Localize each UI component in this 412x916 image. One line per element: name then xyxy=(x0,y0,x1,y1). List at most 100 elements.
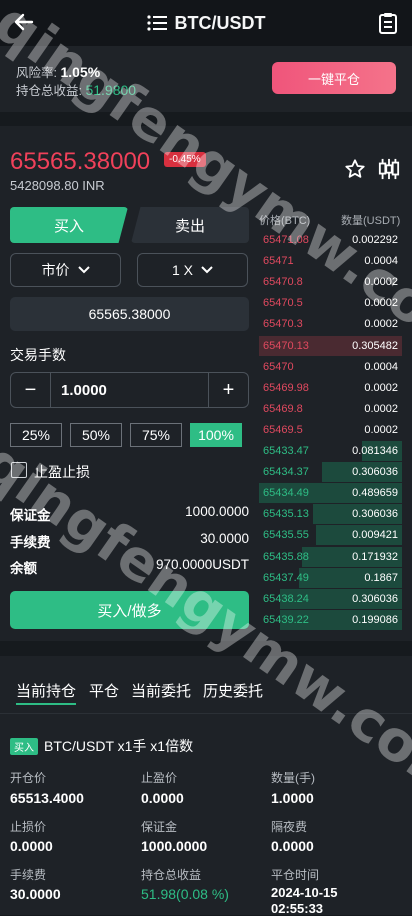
orderbook-price: 65435.55 xyxy=(263,529,309,542)
orderbook-qty: 0.306036 xyxy=(352,466,398,479)
orderbook-bid-row[interactable]: 65434.49 0.489659 xyxy=(259,483,402,504)
back-arrow-icon[interactable] xyxy=(12,10,36,34)
orderbook-qty: 0.0002 xyxy=(364,423,398,436)
balance-row: 余额 970.0000USDT xyxy=(10,557,249,577)
orderbook-qty: 0.081346 xyxy=(352,445,398,457)
orders-clipboard-icon[interactable] xyxy=(378,12,398,34)
orderbook-bid-row[interactable]: 65435.55 0.009421 xyxy=(259,525,402,546)
orderbook-ask-row[interactable]: 65471.08 0.002292 xyxy=(259,230,402,250)
quantity-plus-button[interactable]: + xyxy=(208,373,248,407)
orderbook-price: 65470.8 xyxy=(263,276,303,289)
position-fee-label: 手续费 xyxy=(10,868,47,882)
tpsl-checkbox[interactable] xyxy=(11,462,27,478)
candlestick-chart-icon[interactable] xyxy=(378,158,400,180)
orderbook-qty-header: 数量(USDT) xyxy=(341,215,401,227)
orderbook-ask-row[interactable]: 65470.13 0.305482 xyxy=(259,335,402,356)
sell-tab[interactable]: 卖出 xyxy=(131,207,249,243)
orderbook-ask-row[interactable]: 65470 0.0004 xyxy=(259,357,402,377)
orderbook-price: 65438.24 xyxy=(263,592,309,605)
orderbook-bid-row[interactable]: 65438.24 0.306036 xyxy=(259,588,402,609)
fee-label: 手续费 xyxy=(10,535,51,550)
orderbook-ask-row[interactable]: 65470.5 0.0002 xyxy=(259,293,402,313)
balance-value: 970.0000USDT xyxy=(155,557,249,572)
take-profit-label: 止盈价 xyxy=(141,771,178,785)
quantity-input[interactable]: 1.0000 xyxy=(51,373,208,407)
orderbook-bid-row[interactable]: 65437.49 0.1867 xyxy=(259,567,402,588)
orderbook-ask-row[interactable]: 65471 0.0004 xyxy=(259,251,402,271)
orderbook-price: 65435.88 xyxy=(263,550,309,563)
buy-tab[interactable]: 买入 xyxy=(10,207,128,243)
risk-rate-value: 1.05% xyxy=(60,64,101,80)
orderbook-qty: 0.0002 xyxy=(364,402,398,415)
orderbook-qty: 0.171932 xyxy=(352,550,398,563)
list-menu-icon[interactable] xyxy=(146,15,167,31)
tab-current-orders[interactable]: 当前委托 xyxy=(131,680,191,701)
close-time-value: 02:55:33 xyxy=(271,901,324,916)
orderbook-price: 65433.47 xyxy=(263,445,309,457)
fee-row: 手续费 30.0000 xyxy=(10,531,249,551)
orderbook-bid-row[interactable]: 65435.88 0.171932 xyxy=(259,546,402,567)
total-pnl: 持仓总收益: 51.9800 xyxy=(16,80,136,99)
open-price-value: 65513.4000 xyxy=(10,790,84,806)
orderbook-price-header: 价格(BTC) xyxy=(259,215,311,227)
orderbook-qty: 0.009421 xyxy=(352,529,398,542)
orderbook-qty: 0.305482 xyxy=(352,339,398,352)
position-pnl-label: 持仓总收益 xyxy=(141,868,202,882)
overnight-fee-label: 隔夜费 xyxy=(271,820,308,834)
orderbook-price: 65470.5 xyxy=(263,297,303,310)
tab-current-positions[interactable]: 当前持仓 xyxy=(16,680,77,705)
chevron-down-icon xyxy=(201,266,213,274)
open-price-label: 开仓价 xyxy=(10,771,47,785)
percent-75-button[interactable]: 75% xyxy=(130,423,182,447)
orderbook-price: 65434.49 xyxy=(263,487,309,500)
orderbook-bid-row[interactable]: 65435.13 0.306036 xyxy=(259,504,402,525)
orderbook-bid-row[interactable]: 65434.37 0.306036 xyxy=(259,462,402,483)
price-input[interactable] xyxy=(10,297,249,331)
percent-100-button[interactable]: 100% xyxy=(190,423,242,447)
order-type-select[interactable]: 市价 xyxy=(10,253,121,287)
orderbook-qty: 0.0002 xyxy=(364,318,398,331)
quantity-stepper: − 1.0000 + xyxy=(10,372,249,408)
orderbook-price: 65471 xyxy=(263,255,294,268)
orderbook-price: 65439.22 xyxy=(263,613,309,626)
position-margin-label: 保证金 xyxy=(141,820,178,834)
tab-closed[interactable]: 平仓 xyxy=(89,680,119,701)
orderbook-qty: 0.002292 xyxy=(352,234,398,246)
orderbook-ask-row[interactable]: 65470.8 0.0002 xyxy=(259,272,402,292)
orderbook-price: 65470 xyxy=(263,360,294,373)
orderbook-price: 65469.5 xyxy=(263,423,303,436)
orderbook-qty: 0.306036 xyxy=(352,592,398,605)
buy-long-button[interactable]: 买入/做多 xyxy=(10,591,249,629)
leverage-select[interactable]: 1 X xyxy=(137,253,248,287)
percent-50-button[interactable]: 50% xyxy=(70,423,122,447)
change-badge: -0.45% xyxy=(164,152,206,167)
orderbook-price: 65471.08 xyxy=(263,234,309,246)
margin-label: 保证金 xyxy=(10,508,51,523)
tab-order-history[interactable]: 历史委托 xyxy=(203,680,263,701)
top-bar: BTC/USDT xyxy=(0,0,412,46)
risk-rate: 风险率: 1.05% xyxy=(16,62,100,81)
orderbook-qty: 0.306036 xyxy=(352,508,398,521)
position-fee-value: 30.0000 xyxy=(10,886,61,902)
orderbook-bid-row[interactable]: 65439.22 0.199086 xyxy=(259,609,402,630)
position-title: BTC/USDT x1手 x1倍数 xyxy=(44,738,194,754)
page-title: BTC/USDT xyxy=(174,12,266,33)
balance-label: 余额 xyxy=(10,561,37,576)
take-profit-value: 0.0000 xyxy=(141,790,184,806)
orderbook-ask-row[interactable]: 65469.98 0.0002 xyxy=(259,378,402,398)
orderbook-price: 65437.49 xyxy=(263,571,309,584)
orderbook-ask-row[interactable]: 65470.3 0.0002 xyxy=(259,314,402,334)
close-all-button[interactable]: 一键平仓 xyxy=(272,62,396,94)
orderbook-qty: 0.0004 xyxy=(364,255,398,268)
orderbook-qty: 0.489659 xyxy=(352,487,398,500)
orderbook-ask-row[interactable]: 65469.8 0.0002 xyxy=(259,399,402,419)
fee-value: 30.0000 xyxy=(200,531,249,546)
quantity-minus-button[interactable]: − xyxy=(11,373,51,407)
orderbook-bid-row[interactable]: 65433.47 0.081346 xyxy=(259,441,402,461)
orderbook-price: 65469.98 xyxy=(263,381,309,394)
orderbook-ask-row[interactable]: 65469.5 0.0002 xyxy=(259,420,402,440)
percent-25-button[interactable]: 25% xyxy=(10,423,62,447)
favorite-star-icon[interactable] xyxy=(344,158,366,180)
orderbook-price: 65470.13 xyxy=(263,339,309,352)
chevron-down-icon xyxy=(77,266,90,274)
